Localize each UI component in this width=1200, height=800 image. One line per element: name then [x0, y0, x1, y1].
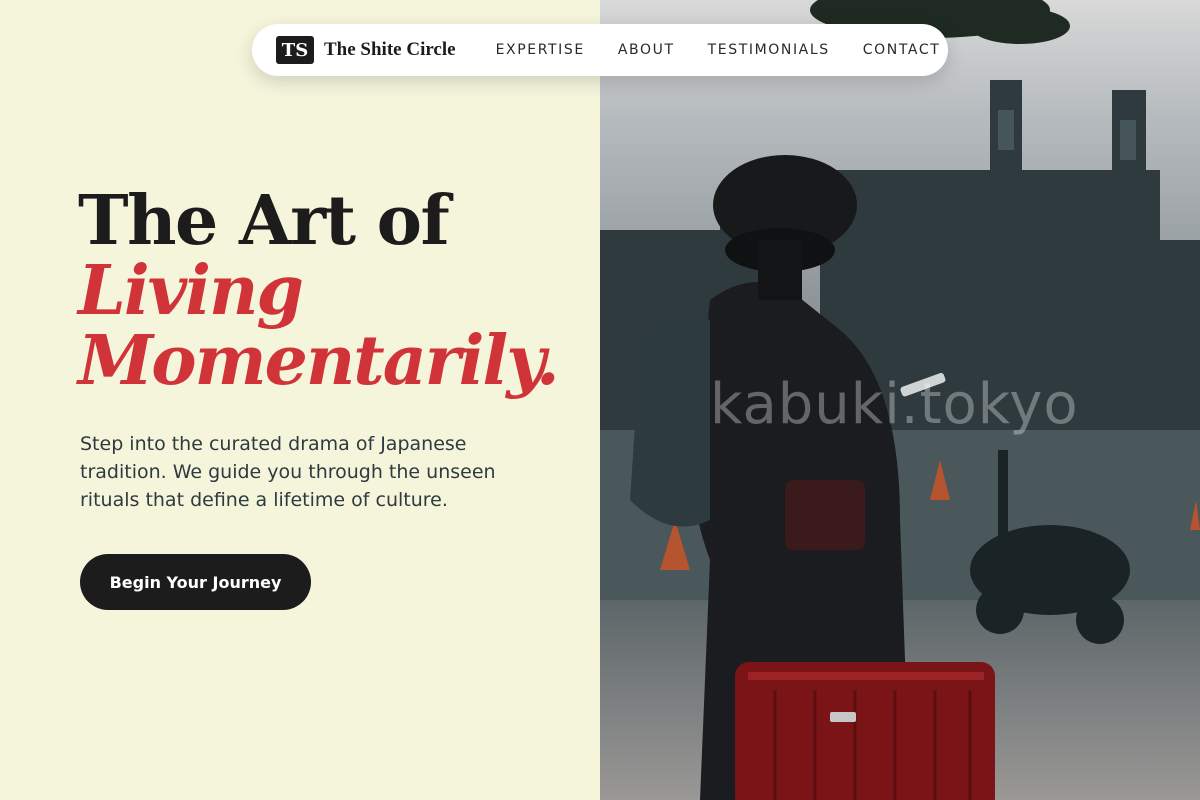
hero-description: Step into the curated drama of Japanese …	[80, 433, 496, 511]
logo-text: The Shite Circle	[324, 39, 456, 60]
nav-link-testimonials[interactable]: TESTIMONIALS	[708, 42, 830, 58]
hero-left-panel: The Art of Living Momentarily. Step into…	[0, 0, 600, 800]
nav-link-contact[interactable]: CONTACT	[863, 42, 941, 58]
hero-title: The Art of Living Momentarily.	[78, 181, 560, 401]
watermark-text: kabuki.tokyo	[710, 372, 1079, 437]
nav-links: EXPERTISE ABOUT TESTIMONIALS CONTACT	[496, 42, 941, 58]
red-suitcase	[735, 662, 995, 800]
hero-title-line3: Momentarily.	[78, 321, 560, 401]
nav-link-about[interactable]: ABOUT	[618, 42, 675, 58]
hero-photo: kabuki.tokyo	[600, 0, 1200, 800]
logo-mark: TS	[276, 36, 314, 64]
begin-journey-button[interactable]: Begin Your Journey	[80, 554, 311, 610]
site-logo[interactable]: TS The Shite Circle	[276, 36, 456, 64]
hero-title-line1: The Art of	[78, 181, 450, 261]
nav-link-expertise[interactable]: EXPERTISE	[496, 42, 585, 58]
top-navbar: TS The Shite Circle EXPERTISE ABOUT TEST…	[252, 24, 948, 76]
hero-title-line2: Living	[78, 251, 304, 331]
